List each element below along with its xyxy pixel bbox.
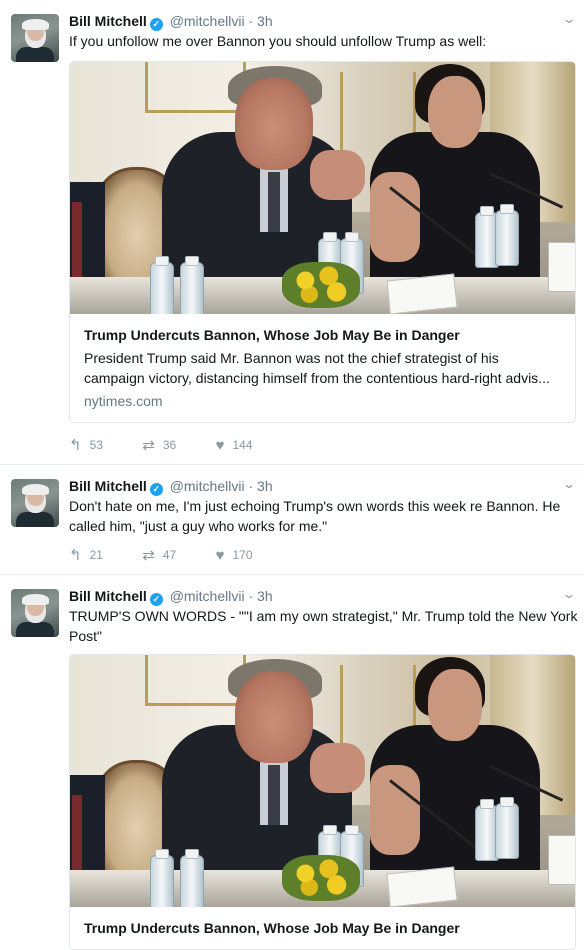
retweet-button[interactable]: ⇄ 47: [142, 546, 176, 564]
verified-badge-icon: ✓: [149, 593, 163, 606]
card-title[interactable]: Trump Undercuts Bannon, Whose Job May Be…: [84, 918, 561, 938]
retweet-count: 36: [162, 438, 177, 452]
verified-badge-icon: ✓: [149, 18, 163, 31]
tweet[interactable]: Bill Mitchell ✓ @mitchellvii · 3h ⌄ TRUMP…: [0, 575, 584, 950]
tweet-text: Don't hate on me, I'm just echoing Trump…: [69, 498, 561, 534]
tweet-actions: ↰ 53 ⇄ 36 ♥ 144: [69, 436, 253, 454]
timestamp[interactable]: 3h: [257, 13, 273, 29]
retweet-count: 47: [162, 548, 177, 562]
tweet-header: Bill Mitchell ✓ @mitchellvii · 3h: [69, 476, 273, 496]
heart-icon: ♥: [215, 437, 225, 454]
like-count: 170: [232, 548, 253, 562]
tweet-text: TRUMP'S OWN WORDS - ""I am my own strate…: [69, 608, 578, 644]
author-handle[interactable]: @mitchellvii: [170, 13, 245, 29]
tweet-header: Bill Mitchell ✓ @mitchellvii · 3h: [69, 11, 273, 31]
card-photo: [70, 655, 575, 907]
card-description: President Trump said Mr. Bannon was not …: [84, 348, 561, 388]
chevron-down-icon[interactable]: ⌄: [562, 477, 576, 491]
tweet-actions: ↰ 21 ⇄ 47 ♥ 170: [69, 546, 253, 564]
separator: ·: [248, 478, 254, 494]
author-handle[interactable]: @mitchellvii: [170, 478, 245, 494]
avatar[interactable]: [11, 589, 59, 637]
avatar[interactable]: [11, 14, 59, 62]
timestamp[interactable]: 3h: [257, 588, 273, 604]
reply-icon: ↰: [69, 437, 82, 454]
reply-count: 21: [89, 548, 103, 562]
author-handle[interactable]: @mitchellvii: [170, 588, 245, 604]
verified-badge-icon: ✓: [149, 483, 163, 496]
retweet-icon: ⇄: [142, 437, 155, 454]
tweet[interactable]: Bill Mitchell ✓ @mitchellvii · 3h ⌄ If yo…: [0, 0, 584, 465]
author-name[interactable]: Bill Mitchell: [69, 13, 147, 29]
like-count: 144: [232, 438, 253, 452]
card-title[interactable]: Trump Undercuts Bannon, Whose Job May Be…: [84, 325, 561, 345]
timestamp[interactable]: 3h: [257, 478, 273, 494]
card-description-line: campaign victory, distancing himself fro…: [84, 370, 550, 386]
card-photo: [70, 62, 575, 314]
reply-count: 53: [89, 438, 103, 452]
author-name[interactable]: Bill Mitchell: [69, 588, 147, 604]
chevron-down-icon[interactable]: ⌄: [562, 587, 576, 601]
separator: ·: [248, 13, 254, 29]
like-button[interactable]: ♥ 144: [216, 437, 253, 454]
tweet-header: Bill Mitchell ✓ @mitchellvii · 3h: [69, 586, 273, 606]
retweet-icon: ⇄: [142, 547, 155, 564]
tweet[interactable]: Bill Mitchell ✓ @mitchellvii · 3h ⌄ Don't…: [0, 465, 584, 575]
reply-button[interactable]: ↰ 21: [69, 546, 103, 564]
tweet-text: If you unfollow me over Bannon you shoul…: [69, 33, 487, 49]
link-card[interactable]: Trump Undercuts Bannon, Whose Job May Be…: [69, 654, 576, 950]
heart-icon: ♥: [215, 547, 225, 564]
card-domain: nytimes.com: [84, 393, 163, 409]
reply-button[interactable]: ↰ 53: [69, 436, 103, 454]
like-button[interactable]: ♥ 170: [216, 547, 253, 564]
separator: ·: [248, 588, 254, 604]
link-card[interactable]: Trump Undercuts Bannon, Whose Job May Be…: [69, 61, 576, 423]
card-description-line: President Trump said Mr. Bannon was not …: [84, 350, 499, 366]
retweet-button[interactable]: ⇄ 36: [142, 436, 176, 454]
avatar[interactable]: [11, 479, 59, 527]
chevron-down-icon[interactable]: ⌄: [562, 12, 576, 26]
reply-icon: ↰: [69, 547, 82, 564]
author-name[interactable]: Bill Mitchell: [69, 478, 147, 494]
